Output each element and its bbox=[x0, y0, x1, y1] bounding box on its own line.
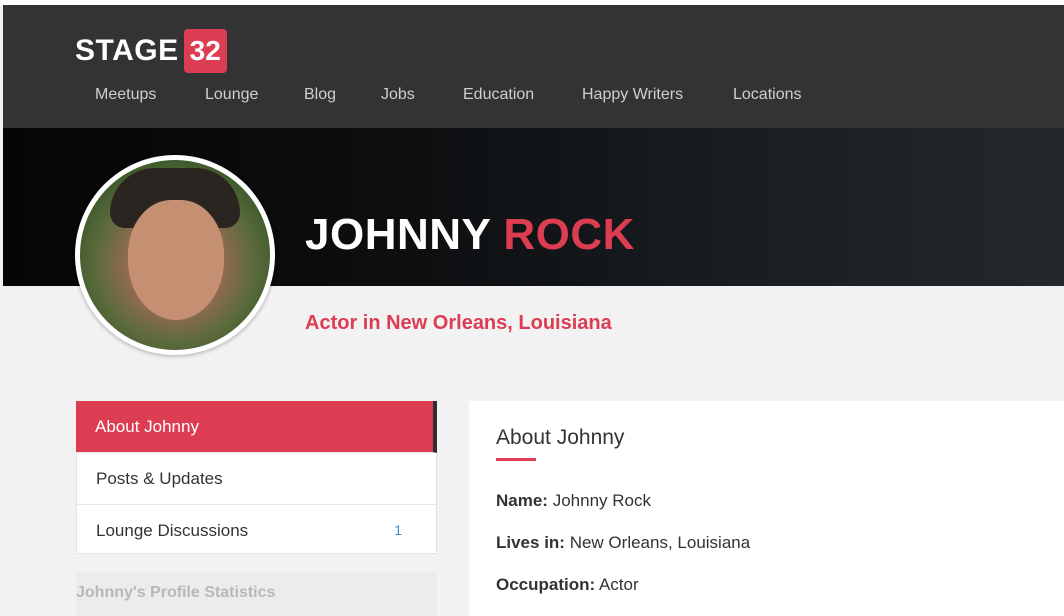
nav-jobs[interactable]: Jobs bbox=[381, 86, 463, 104]
sidebar-item-label: About Johnny bbox=[95, 417, 199, 436]
info-label: Occupation: bbox=[496, 575, 596, 594]
nav-lounge[interactable]: Lounge bbox=[205, 86, 304, 104]
nav-education[interactable]: Education bbox=[463, 86, 582, 104]
nav-happy-writers[interactable]: Happy Writers bbox=[582, 86, 733, 104]
profile-last-name: ROCK bbox=[503, 210, 635, 259]
profile-sidebar-menu: About Johnny Posts & Updates Lounge Disc… bbox=[76, 401, 437, 554]
nav-locations[interactable]: Locations bbox=[733, 86, 823, 104]
sidebar-item-label: Posts & Updates bbox=[96, 469, 223, 488]
main-nav: Meetups Lounge Blog Jobs Education Happy… bbox=[95, 86, 823, 104]
nav-blog[interactable]: Blog bbox=[304, 86, 381, 104]
sidebar-item-label: Lounge Discussions bbox=[96, 521, 249, 540]
info-row-occupation: Occupation: Actor bbox=[496, 575, 639, 595]
stage32-logo[interactable]: STAGE 32 bbox=[75, 27, 227, 75]
sidebar-item-posts-updates[interactable]: Posts & Updates bbox=[77, 453, 436, 505]
logo-number-badge: 32 bbox=[183, 29, 227, 73]
profile-tagline: Actor in New Orleans, Louisiana bbox=[305, 312, 612, 334]
logo-word: STAGE bbox=[75, 34, 179, 67]
nav-meetups[interactable]: Meetups bbox=[95, 86, 205, 104]
avatar-face-shape bbox=[128, 200, 224, 320]
info-value: Johnny Rock bbox=[552, 491, 651, 510]
sidebar-item-about[interactable]: About Johnny bbox=[76, 401, 437, 453]
about-title: About Johnny bbox=[496, 426, 625, 449]
info-row-name: Name: Johnny Rock bbox=[496, 491, 651, 511]
profile-avatar[interactable] bbox=[75, 155, 275, 355]
info-label: Name: bbox=[496, 491, 548, 510]
sidebar-item-lounge-discussions[interactable]: Lounge Discussions 1 bbox=[77, 505, 436, 556]
profile-name: JOHNNY ROCK bbox=[305, 210, 635, 260]
lounge-discussions-count: 1 bbox=[394, 522, 402, 538]
top-navbar: STAGE 32 bbox=[3, 5, 1064, 128]
info-value: Actor bbox=[598, 575, 639, 594]
info-value: New Orleans, Louisiana bbox=[569, 533, 751, 552]
avatar-photo bbox=[80, 160, 270, 350]
info-label: Lives in: bbox=[496, 533, 565, 552]
profile-first-name: JOHNNY bbox=[305, 210, 491, 259]
profile-statistics-panel: Johnny's Profile Statistics bbox=[76, 572, 437, 616]
info-row-lives-in: Lives in: New Orleans, Louisiana bbox=[496, 533, 750, 553]
about-card: About Johnny Name: Johnny Rock Lives in:… bbox=[469, 401, 1064, 616]
title-underline bbox=[496, 458, 536, 461]
profile-statistics-title: Johnny's Profile Statistics bbox=[76, 584, 276, 601]
